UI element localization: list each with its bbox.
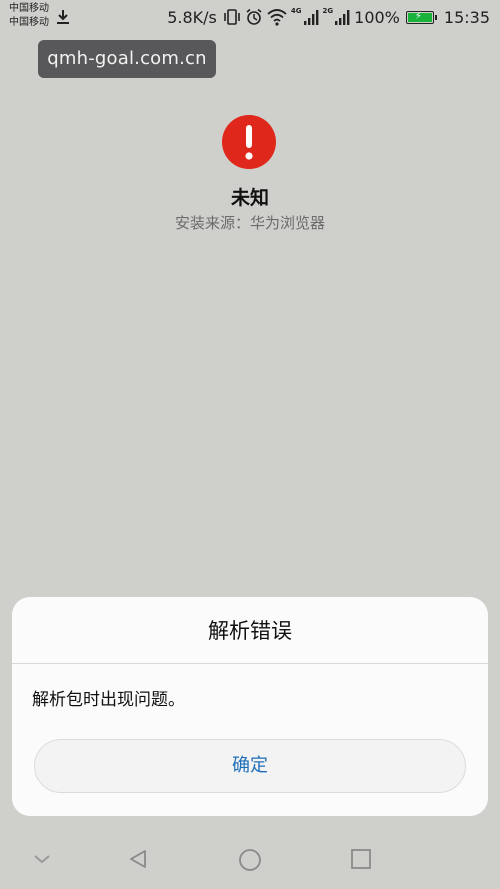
carrier-name-2: 中国移动 (9, 17, 49, 28)
dialog-divider (12, 663, 488, 664)
battery-percent: 100% (354, 7, 400, 27)
navigation-bar (0, 832, 500, 889)
status-bar: 中国移动 中国移动 5.8K/s 4G 2G 100% ⚡ 15:35 (0, 0, 500, 36)
signal-icon-1 (303, 10, 318, 25)
error-dialog: 解析错误 解析包时出现问题。 确定 (12, 597, 488, 816)
back-icon[interactable] (127, 848, 149, 870)
status-right: 5.8K/s 4G 2G 100% ⚡ 15:35 (167, 6, 490, 28)
confirm-button[interactable]: 确定 (34, 739, 466, 793)
wifi-icon (267, 9, 287, 26)
battery-icon: ⚡ (405, 10, 437, 24)
network-type-1: 4G (290, 7, 302, 15)
carrier-name-1: 中国移动 (9, 3, 49, 14)
url-indicator: qmh-goal.com.cn (38, 40, 216, 78)
signal-icon-2 (335, 10, 350, 25)
download-icon (57, 10, 69, 24)
network-speed: 5.8K/s (167, 7, 217, 27)
chevron-down-icon[interactable] (31, 848, 53, 870)
clock: 15:35 (443, 7, 490, 27)
dialog-title: 解析错误 (208, 619, 292, 643)
home-icon[interactable] (238, 848, 262, 872)
install-source: 安装来源：华为浏览器 (174, 214, 325, 232)
vibrate-icon (224, 9, 240, 25)
charging-icon: ⚡ (414, 10, 422, 22)
dialog-message: 解析包时出现问题。 (32, 690, 185, 710)
app-name: 未知 (230, 187, 269, 209)
network-type-2: 2G (322, 7, 334, 15)
carrier-info: 中国移动 中国移动 (9, 2, 49, 30)
alert-icon (222, 115, 276, 169)
alarm-icon (246, 8, 262, 25)
recents-icon[interactable] (350, 848, 372, 870)
